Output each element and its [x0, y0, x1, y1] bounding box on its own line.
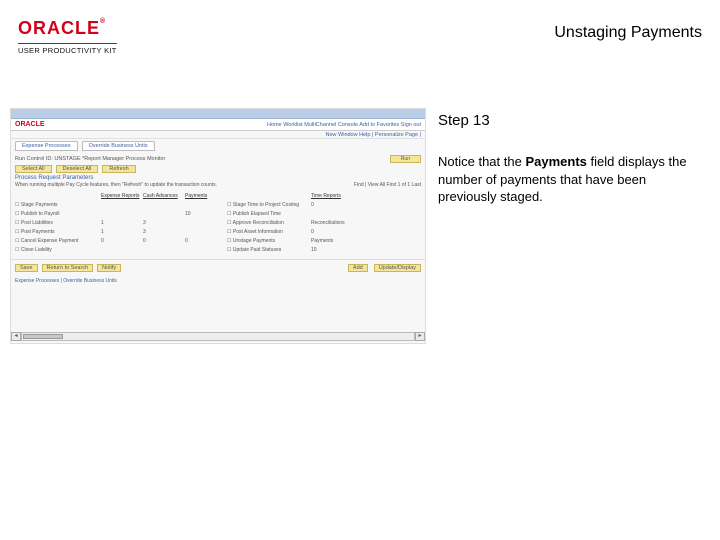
ss-cell: Post Payments [15, 229, 101, 235]
ss-help-row: When running multiple Pay Cycle features… [11, 182, 425, 191]
oracle-logo: ORACLE® [18, 18, 117, 39]
ss-cell [311, 211, 426, 217]
ss-tabs: Expense Processes Override Business Unit… [11, 139, 425, 153]
ss-cell [185, 220, 227, 226]
step-text-bold: Payments [525, 154, 586, 169]
ss-run-button: Run [390, 155, 421, 163]
ss-cell [143, 211, 185, 217]
ss-cell: Approve Reconciliation [227, 220, 311, 226]
ss-col-h2: Cash Advances [143, 193, 185, 199]
scroll-track [21, 332, 415, 341]
ss-save-button: Save [15, 264, 38, 272]
ss-cell: Publish to Payroll [15, 211, 101, 217]
ss-cell: 0 [311, 229, 426, 235]
scroll-right-icon: ▸ [415, 332, 425, 341]
scroll-left-icon: ◂ [11, 332, 21, 341]
ss-cell [143, 202, 185, 208]
ss-cell: Post Liabilities [15, 220, 101, 226]
ss-window-titlebar [11, 109, 425, 119]
ss-help-text: When running multiple Pay Cycle features… [15, 182, 217, 188]
ss-cell [185, 229, 227, 235]
ss-pager: Find | View All First 1 of 1 Last [354, 182, 421, 188]
ss-cell [185, 202, 227, 208]
ss-cell: Unstage Payments [227, 238, 311, 244]
ss-tab-expense-processes: Expense Processes [15, 141, 78, 151]
ss-cell [185, 247, 227, 253]
ss-cell: Post Asset Information [227, 229, 311, 235]
ss-cell [143, 247, 185, 253]
scroll-thumb [23, 334, 63, 339]
ss-cell [101, 211, 143, 217]
ss-cell: Close Liability [15, 247, 101, 253]
ss-cell: 0 [311, 202, 426, 208]
ss-cell: Publish Elapsed Time [227, 211, 311, 217]
ss-col-h1: Expense Reports [101, 193, 143, 199]
ss-col-h0 [15, 193, 101, 199]
ss-cell: 3 [143, 229, 185, 235]
product-line: USER PRODUCTIVITY KIT [18, 43, 117, 55]
ss-add-button: Add [348, 264, 368, 272]
ss-data-grid: Expense Reports Cash Advances Payments T… [11, 191, 425, 255]
ss-run-control-row: Run Control ID: UNSTAGE *Report Manager … [11, 153, 425, 165]
ss-cell [101, 202, 143, 208]
ss-menubar: ORACLE Home Worklist MultiChannel Consol… [11, 119, 425, 131]
ss-deselect-all-button: Deselect All [56, 165, 99, 173]
ss-cell: Reconciliations [311, 220, 426, 226]
ss-cell: Stage Payments [15, 202, 101, 208]
ss-run-control-text: Run Control ID: UNSTAGE *Report Manager … [15, 156, 165, 162]
ss-notify-button: Notify [97, 264, 121, 272]
ss-oracle-logo: ORACLE [15, 121, 45, 128]
ss-cell: 10 [185, 211, 227, 217]
ss-cell: 1 [101, 229, 143, 235]
embedded-screenshot: ORACLE Home Worklist MultiChannel Consol… [10, 108, 426, 344]
step-label: Step 13 [438, 112, 702, 129]
ss-tab-override-bu: Override Business Units [82, 141, 155, 151]
step-text-before: Notice that the [438, 154, 525, 169]
doc-title: Unstaging Payments [554, 24, 702, 42]
ss-cell: 0 [101, 238, 143, 244]
ss-footer-bar: Save Return to Search Notify Add Update/… [11, 259, 425, 276]
ss-refresh-button: Refresh [102, 165, 135, 173]
ss-cell: Cancel Expense Payment [15, 238, 101, 244]
ss-update-button: Update/Display [374, 264, 421, 272]
ss-cell: Stage Time to Project Costing [227, 202, 311, 208]
ss-section-title: Process Request Parameters [11, 175, 425, 182]
ss-cell: 10 [311, 247, 426, 253]
ss-action-buttons: Select All Deselect All Refresh [11, 165, 425, 175]
ss-cell: 0 [143, 238, 185, 244]
ss-cell [101, 247, 143, 253]
ss-col-h5: Time Reports [311, 193, 426, 199]
ss-cell: 3 [143, 220, 185, 226]
brand-block: ORACLE® USER PRODUCTIVITY KIT [18, 18, 117, 55]
ss-col-h3: Payments [185, 193, 227, 199]
ss-horizontal-scrollbar: ◂ ▸ [11, 331, 425, 341]
brand-text: ORACLE [18, 18, 100, 38]
ss-col-h4 [227, 193, 311, 199]
ss-page-links: New Window Help | Personalize Page | [11, 131, 425, 139]
brand-tm: ® [100, 18, 106, 25]
ss-select-all-button: Select All [15, 165, 52, 173]
step-body: Notice that the Payments field displays … [438, 153, 702, 206]
ss-cell: 0 [185, 238, 227, 244]
ss-return-button: Return to Search [42, 264, 94, 272]
ss-cell: Update Paid Statuses [227, 247, 311, 253]
ss-cell: 1 [101, 220, 143, 226]
ss-cell: Payments [311, 238, 426, 244]
instruction-panel: Step 13 Notice that the Payments field d… [438, 108, 702, 344]
ss-bottom-links: Expense Processes | Override Business Un… [11, 276, 425, 286]
ss-global-links: Home Worklist MultiChannel Console Add t… [267, 122, 421, 128]
